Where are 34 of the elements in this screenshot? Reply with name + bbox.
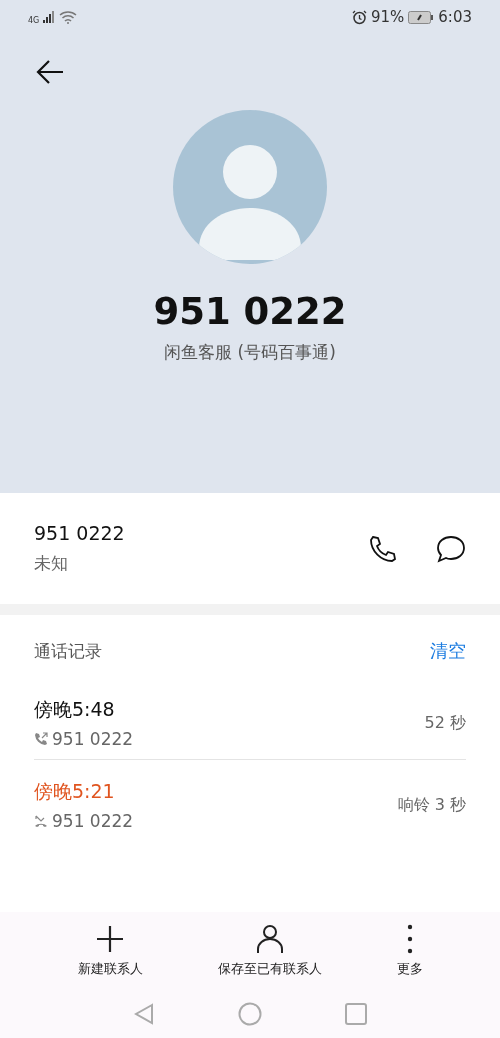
battery-percent: 91%: [370, 8, 405, 26]
person-icon: [255, 924, 284, 954]
plus-icon: [95, 924, 125, 954]
wifi-icon: [59, 10, 78, 24]
phone-number: 951 0222: [34, 522, 126, 544]
avatar-icon: [173, 110, 327, 264]
circle-icon: [238, 1002, 262, 1026]
outgoing-call-icon: [34, 732, 48, 746]
more-icon: [405, 924, 414, 954]
call-time: 傍晚5:21: [34, 779, 116, 804]
call-time: 傍晚5:48: [34, 697, 116, 722]
missed-call-icon: [34, 814, 48, 828]
number-type: 未知: [34, 552, 69, 575]
call-duration: 响铃 3 秒: [397, 794, 466, 816]
signal-icon: [43, 11, 56, 23]
call-duration: 52 秒: [424, 712, 466, 734]
call-log-title: 通话记录: [34, 639, 102, 663]
clock: 6:03: [438, 8, 472, 26]
chat-bubble-icon: [436, 534, 466, 563]
action-button[interactable]: 更多: [396, 924, 423, 978]
phone-icon: [369, 534, 397, 563]
alarm-icon: [351, 9, 367, 25]
action-button[interactable]: 保存至已有联系人: [217, 924, 322, 978]
action-button[interactable]: 新建联系人: [77, 924, 143, 978]
network-type: 4G: [28, 15, 40, 25]
contact-label: 闲鱼客服 (号码百事通): [163, 341, 337, 364]
battery-icon: [408, 10, 435, 24]
back-arrow-icon: [36, 59, 64, 85]
clear-button[interactable]: 清空: [430, 639, 466, 663]
call-number: 951 0222: [52, 811, 134, 831]
triangle-icon: [134, 1003, 154, 1025]
call-number: 951 0222: [52, 729, 134, 749]
square-icon: [345, 1003, 367, 1025]
phone-number-heading: 951 0222: [152, 290, 348, 333]
